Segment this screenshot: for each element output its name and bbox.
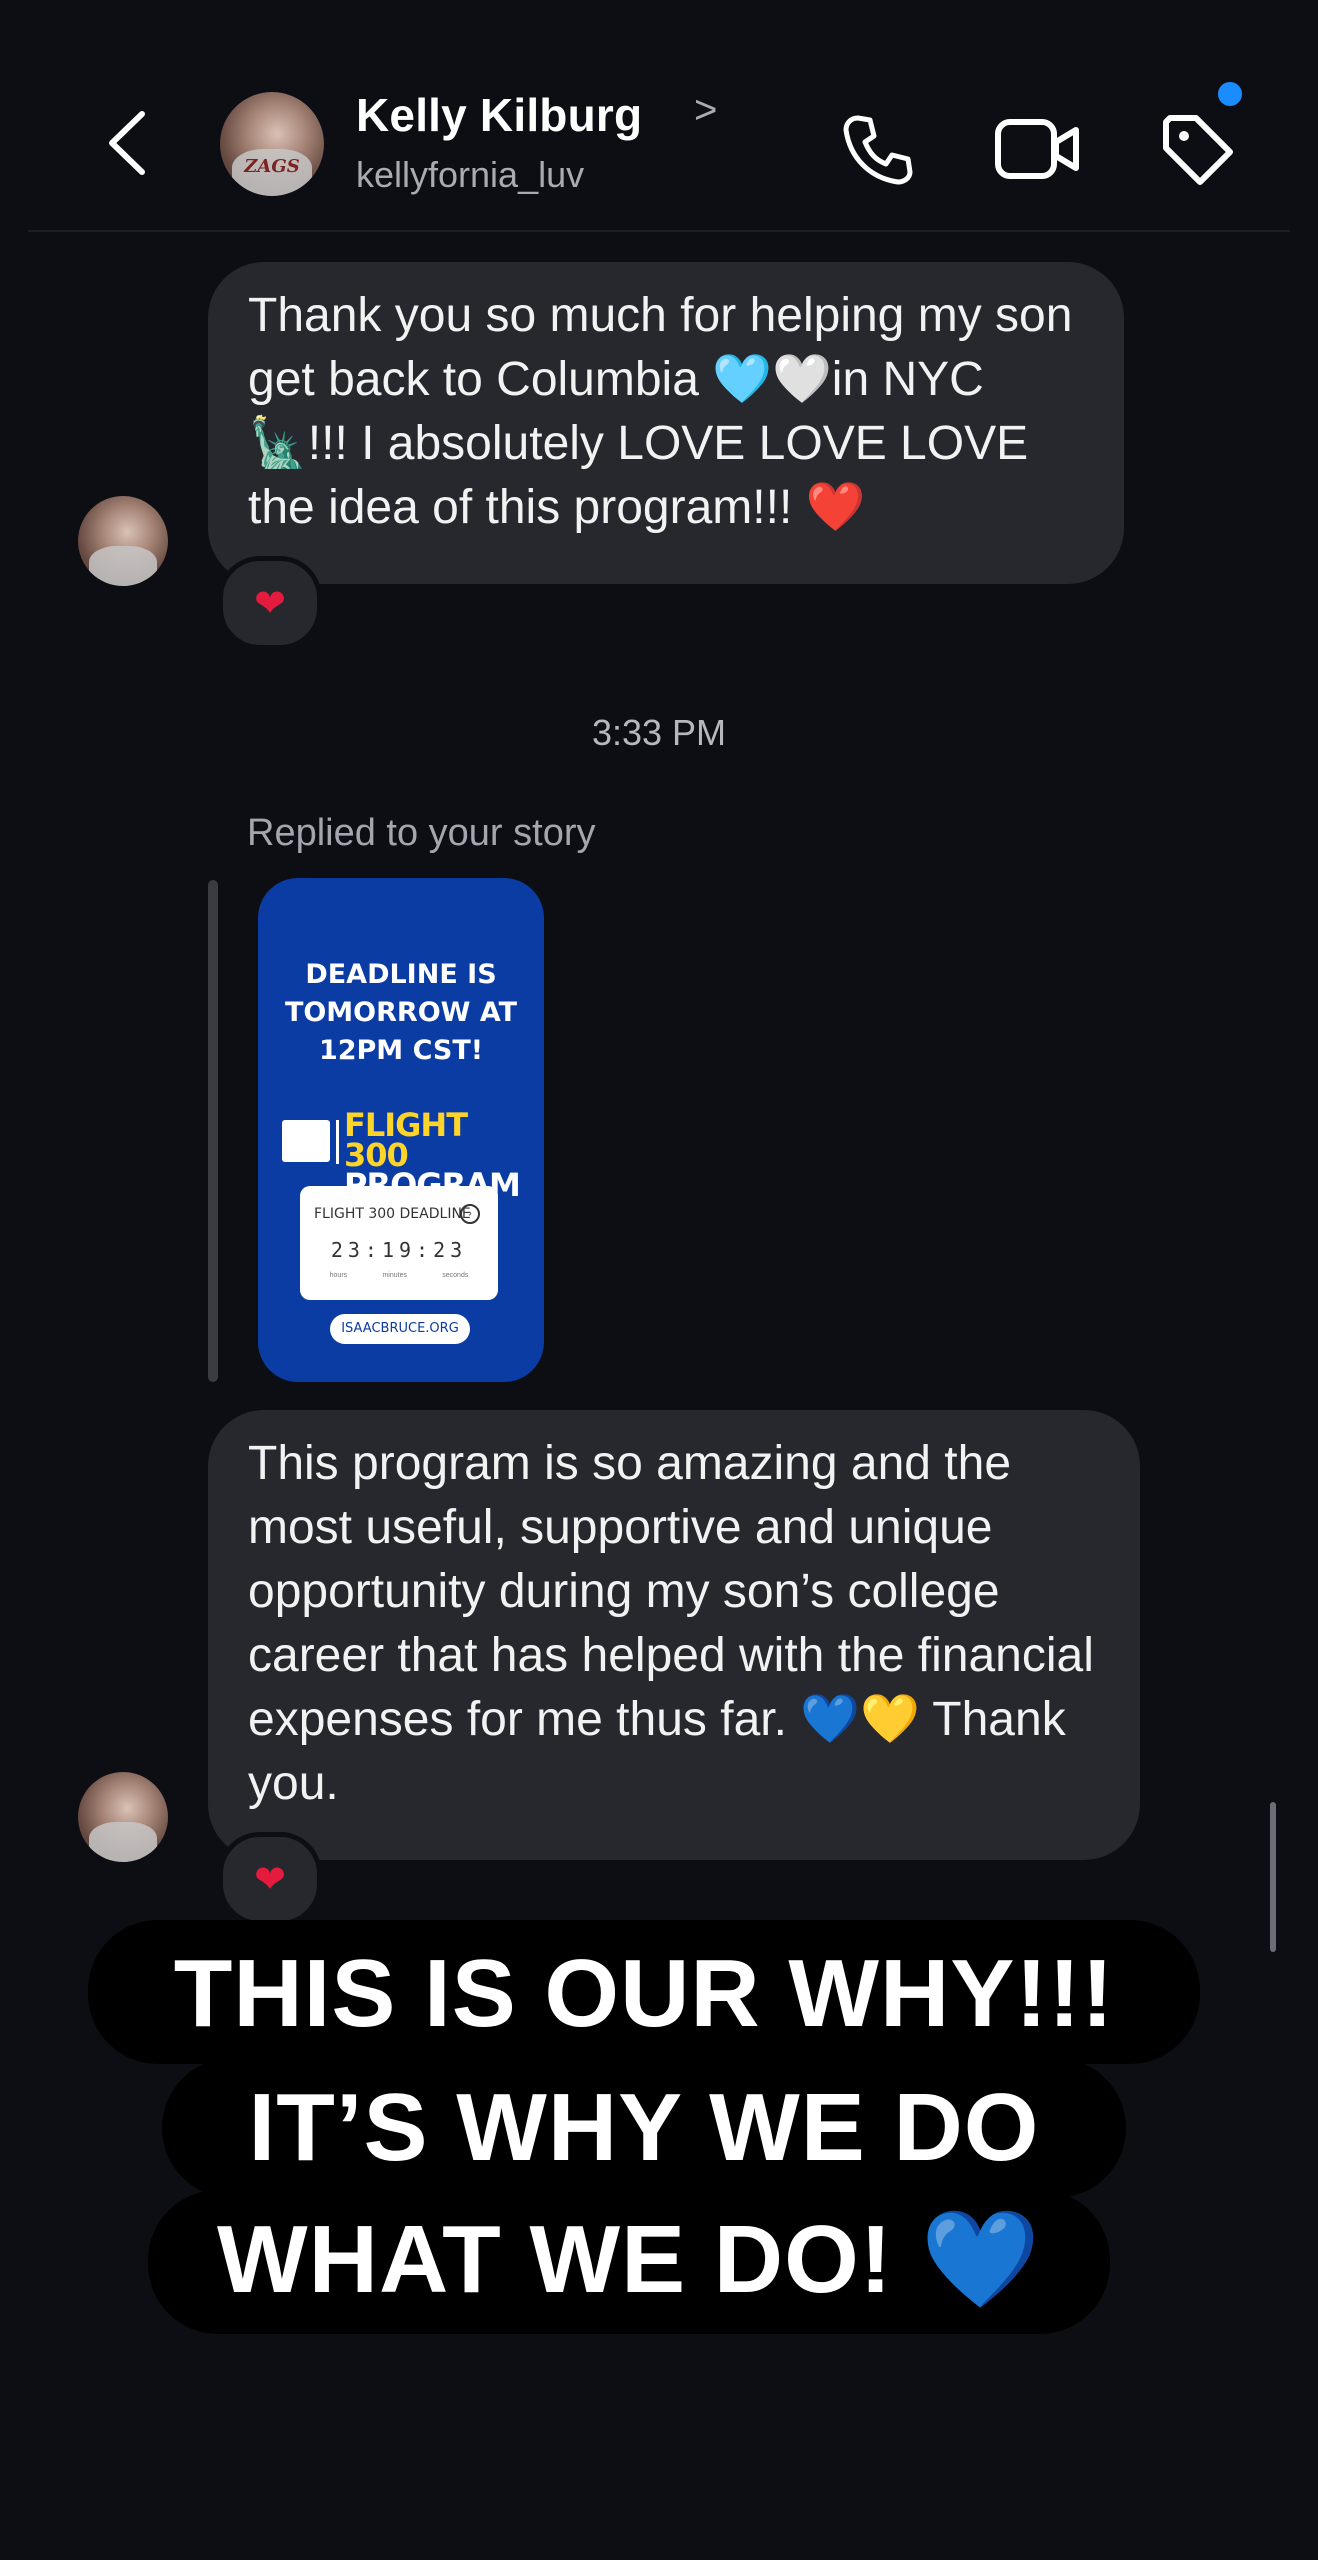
countdown-sticker: FLIGHT 300 DEADLINE › 23:19:23 hours min… bbox=[300, 1186, 498, 1300]
countdown-label: FLIGHT 300 DEADLINE bbox=[314, 1206, 471, 1222]
sender-avatar[interactable] bbox=[78, 1772, 168, 1862]
logo-line-1: FLIGHT 300 bbox=[344, 1106, 468, 1174]
avatar-shirt bbox=[88, 545, 158, 586]
countdown-unit-seconds: seconds bbox=[442, 1272, 469, 1279]
contact-username[interactable]: kellyfornia_luv bbox=[356, 154, 584, 196]
countdown-value: 23:19:23 bbox=[330, 1238, 468, 1262]
foundation-logo-icon bbox=[282, 1120, 330, 1162]
avatar-shirt-text: ZAGS bbox=[244, 156, 300, 178]
link-sticker: ISAACBRUCE.ORG bbox=[330, 1314, 470, 1344]
header-divider bbox=[28, 230, 1290, 232]
countdown-arrow-icon: › bbox=[460, 1204, 480, 1224]
story-preview-card[interactable]: DEADLINE IS TOMORROW AT 12PM CST! FLIGHT… bbox=[258, 878, 544, 1382]
caption-line-1: THIS IS OUR WHY!!! bbox=[88, 1920, 1200, 2064]
contact-name[interactable]: Kelly Kilburg bbox=[356, 88, 642, 142]
story-headline: DEADLINE IS TOMORROW AT 12PM CST! bbox=[284, 959, 518, 1066]
countdown-units: hours minutes seconds bbox=[300, 1272, 498, 1279]
caption-line-2: IT’S WHY WE DO bbox=[162, 2058, 1126, 2198]
contact-chevron-icon[interactable]: > bbox=[694, 88, 717, 133]
message-bubble[interactable]: Thank you so much for helping my son get… bbox=[208, 262, 1124, 584]
message-bubble[interactable]: This program is so amazing and the most … bbox=[208, 1410, 1140, 1860]
sender-avatar[interactable] bbox=[78, 496, 168, 586]
avatar-shirt bbox=[88, 1821, 158, 1862]
notification-dot bbox=[1218, 82, 1242, 106]
video-call-icon[interactable] bbox=[992, 114, 1082, 184]
back-chevron-icon[interactable] bbox=[98, 108, 158, 178]
heart-reaction[interactable]: ❤ bbox=[218, 556, 322, 650]
heart-reaction[interactable]: ❤ bbox=[218, 1832, 322, 1926]
reply-indicator-bar bbox=[208, 880, 218, 1382]
countdown-unit-hours: hours bbox=[329, 1272, 348, 1279]
story-reply-label: Replied to your story bbox=[247, 812, 596, 854]
flight-300-logo: FLIGHT 300 PROGRAM bbox=[274, 1106, 528, 1201]
caption-line-3: WHAT WE DO! 💙 bbox=[148, 2190, 1110, 2334]
tag-icon[interactable] bbox=[1156, 108, 1240, 192]
logo-divider bbox=[336, 1120, 339, 1164]
message-timestamp: 3:33 PM bbox=[591, 712, 727, 753]
countdown-unit-minutes: minutes bbox=[382, 1272, 407, 1279]
contact-avatar[interactable]: ZAGS bbox=[220, 92, 324, 196]
phone-icon[interactable] bbox=[840, 112, 916, 188]
scrollbar[interactable] bbox=[1270, 1802, 1276, 1952]
